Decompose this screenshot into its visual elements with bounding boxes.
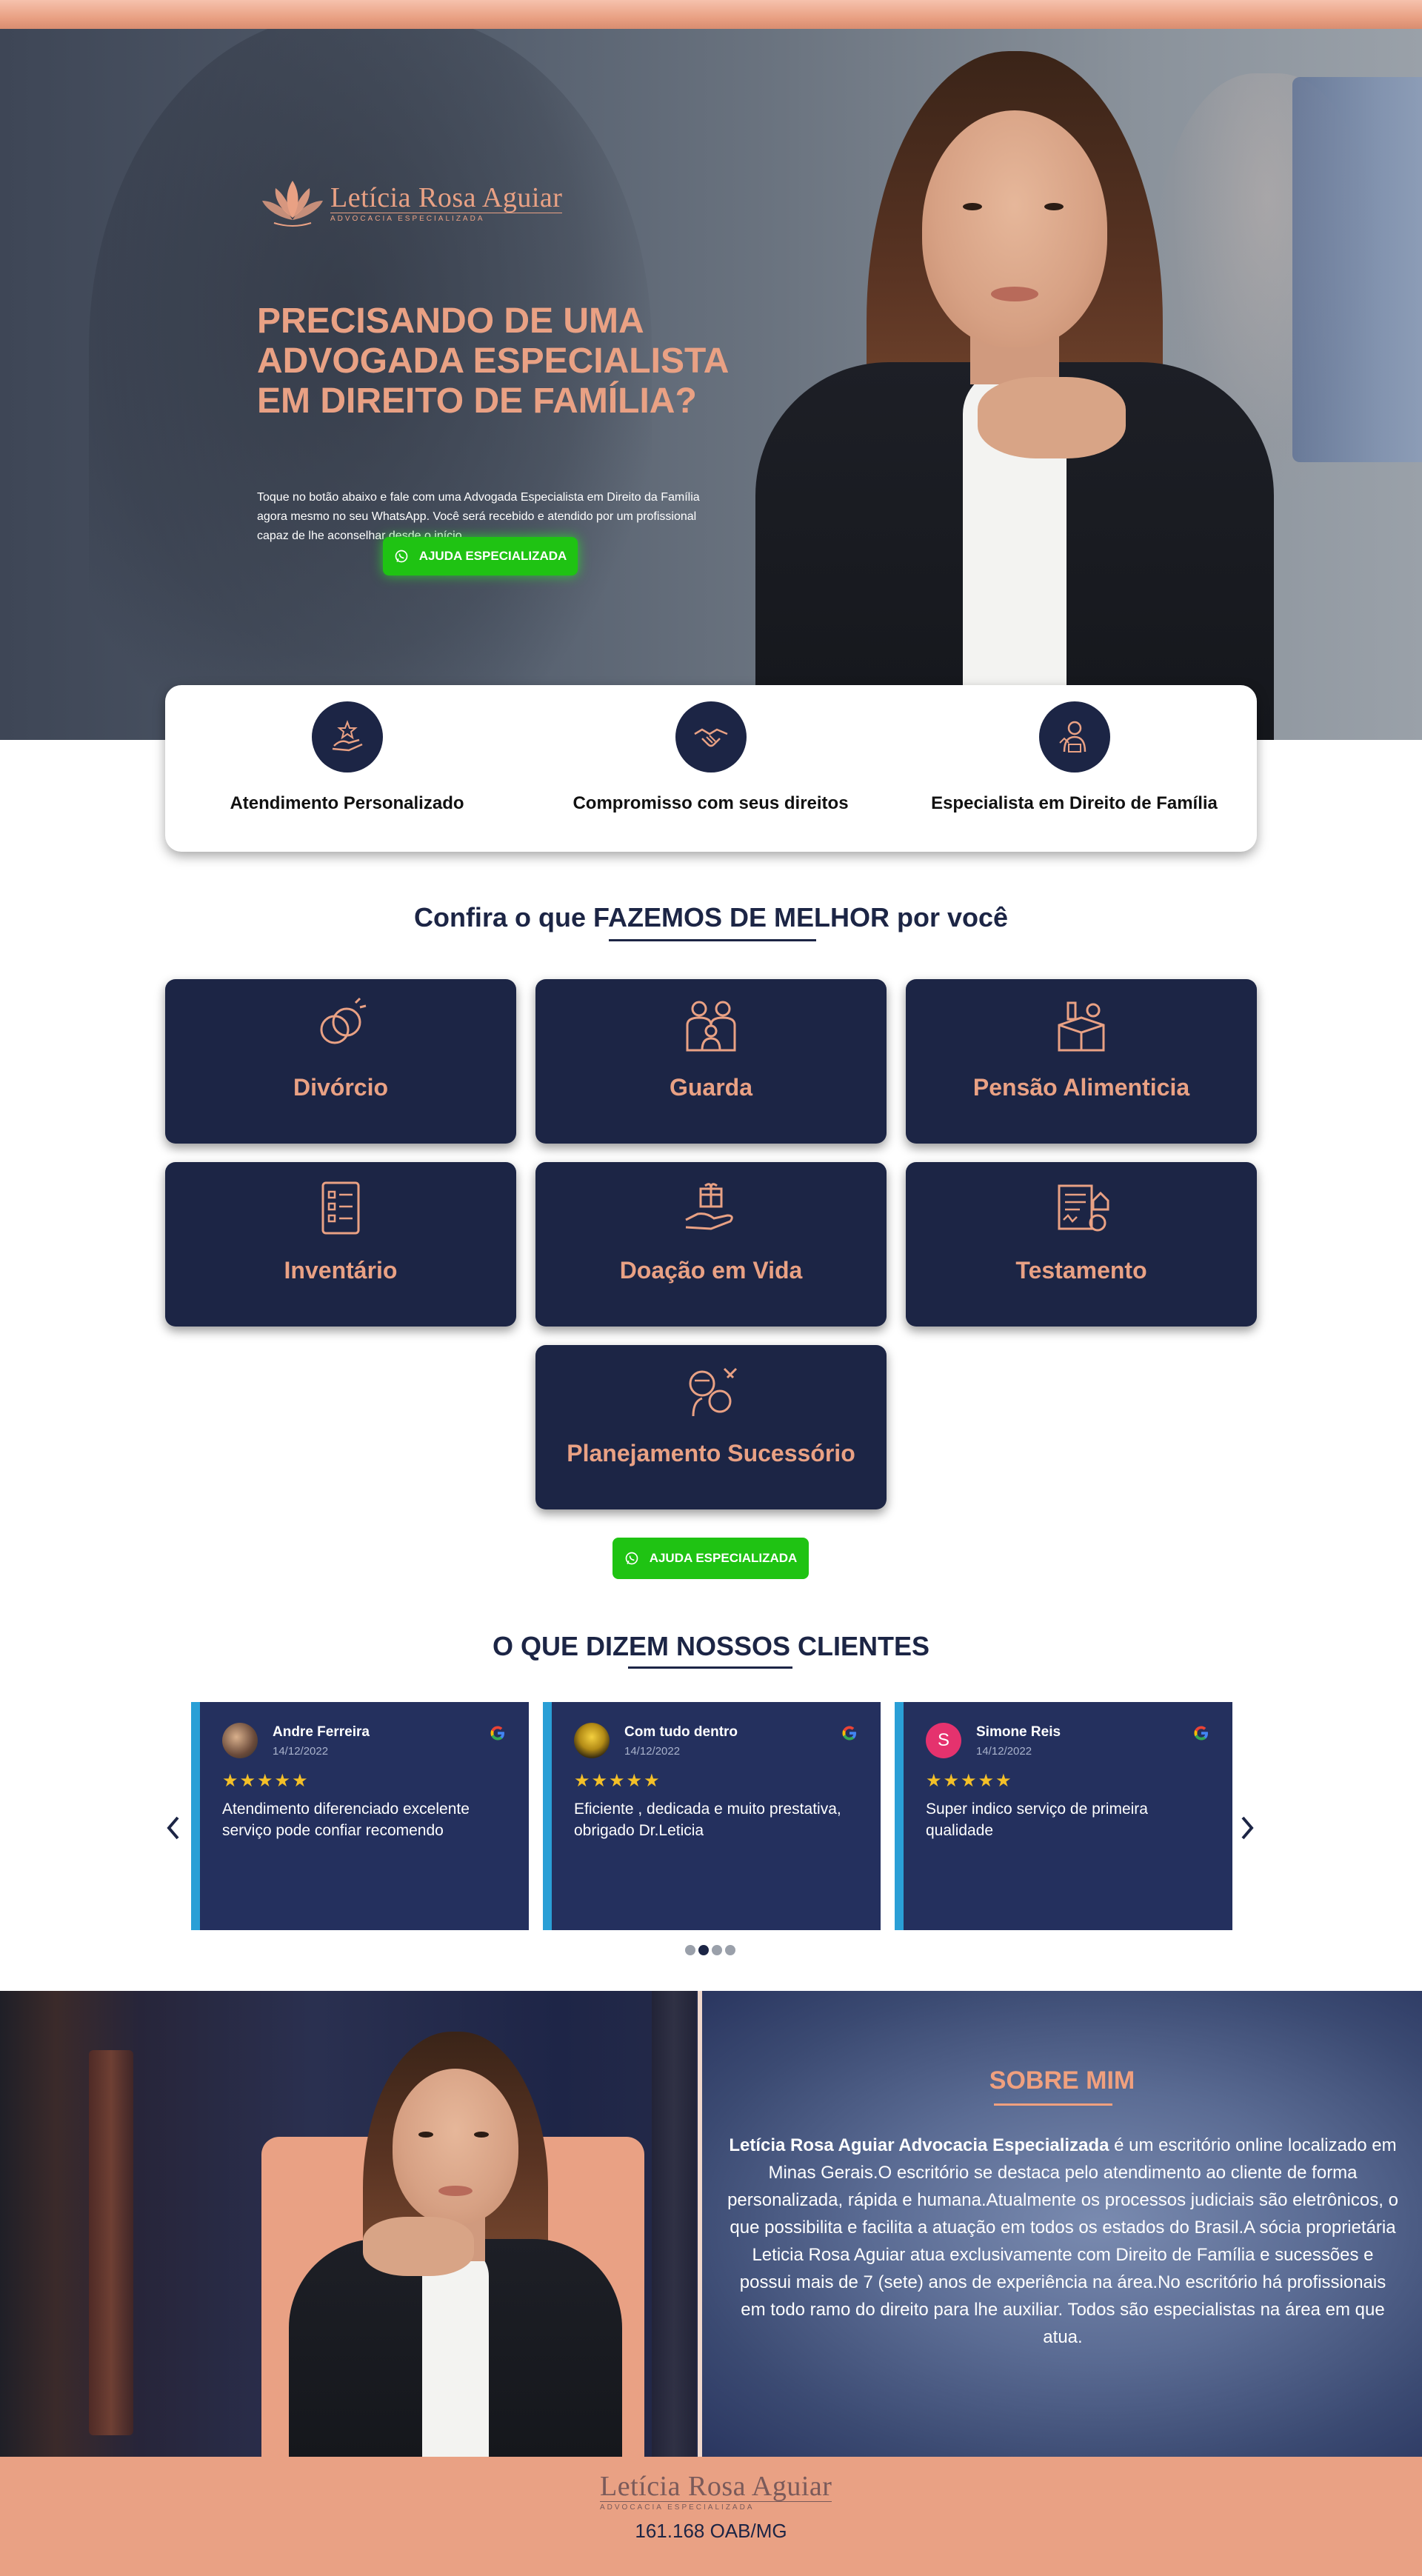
will-document-icon [1058, 1184, 1109, 1232]
footer-brand-name: Letícia Rosa Aguiar [600, 2471, 832, 2502]
carousel-next-arrow-icon[interactable] [1238, 1813, 1256, 1843]
services-whatsapp-button[interactable]: AJUDA ESPECIALIZADA [612, 1538, 809, 1579]
service-card-inventario[interactable]: Inventário [165, 1162, 516, 1327]
brand-name: Letícia Rosa Aguiar [330, 182, 563, 213]
rating-stars: ★★★★★ [574, 1771, 661, 1791]
about-title: SOBRE MIM [989, 2066, 1135, 2095]
testimonial-card: Com tudo dentro 14/12/2022 ★★★★★ Eficien… [543, 1702, 881, 1930]
service-label: Inventário [284, 1257, 398, 1284]
service-label: Doação em Vida [619, 1257, 803, 1284]
handshake-icon [675, 701, 747, 773]
family-icon [686, 1001, 736, 1052]
avatar [222, 1723, 258, 1758]
service-card-planejamento[interactable]: Planejamento Sucessório [535, 1345, 887, 1509]
avatar: S [926, 1723, 961, 1758]
whatsapp-icon [395, 550, 408, 563]
feature-family-law-specialist: Especialista em Direito de Família [892, 701, 1256, 814]
food-box-icon [1058, 1001, 1105, 1052]
carousel-dot[interactable] [725, 1945, 735, 1955]
service-card-doacao[interactable]: Doação em Vida [535, 1162, 887, 1327]
about-lawyer-photo [281, 2032, 630, 2457]
service-card-pensao[interactable]: Pensão Alimenticia [906, 979, 1257, 1144]
testimonial-card: Andre Ferreira 14/12/2022 ★★★★★ Atendime… [191, 1702, 529, 1930]
avatar-letter: S [937, 1730, 949, 1750]
hero-lawyer-photo [755, 51, 1274, 740]
feature-personalized-service: Atendimento Personalizado [165, 701, 529, 814]
service-label: Divórcio [293, 1074, 389, 1101]
footer-logo[interactable]: Letícia Rosa Aguiar ADVOCACIA ESPECIALIZ… [595, 2472, 832, 2512]
feature-label: Especialista em Direito de Família [931, 793, 1218, 813]
service-label: Guarda [669, 1074, 753, 1101]
reviewer-name: Com tudo dentro [624, 1724, 738, 1740]
services-title-underline [609, 939, 816, 941]
services-title: Confira o que FAZEMOS DE MELHOR por você [413, 902, 1009, 932]
features-card: Atendimento Personalizado Compromisso co… [165, 685, 1257, 852]
google-icon [1194, 1726, 1208, 1741]
carousel-pagination [685, 1945, 738, 1955]
lotus-logo-icon [262, 181, 323, 227]
testimonials-title-underline [628, 1666, 792, 1669]
lawyer-icon [1038, 701, 1110, 773]
review-text: Eficiente , dedicada e muito prestativa,… [574, 1801, 841, 1839]
bookshelf-background [89, 2050, 133, 2435]
review-date: 14/12/2022 [976, 1745, 1032, 1758]
reviewer-name: Andre Ferreira [273, 1724, 370, 1740]
carousel-dot[interactable] [712, 1945, 722, 1955]
service-label: Testamento [1015, 1257, 1147, 1284]
carousel-dot[interactable] [685, 1945, 695, 1955]
service-label: Pensão Alimenticia [972, 1074, 1190, 1101]
review-date: 14/12/2022 [624, 1745, 681, 1758]
reviewer-name: Simone Reis [976, 1724, 1061, 1740]
testimonials-title: O QUE DIZEM NOSSOS CLIENTES [492, 1631, 930, 1661]
oab-registration: 161.168 OAB/MG [635, 2520, 787, 2542]
whatsapp-icon [625, 1552, 638, 1565]
google-icon [842, 1726, 856, 1741]
review-text: Atendimento diferenciado excelente servi… [222, 1801, 470, 1839]
hero-whatsapp-button[interactable]: AJUDA ESPECIALIZADA [383, 537, 578, 575]
hero-title: PRECISANDO DE UMA ADVOGADA ESPECIALISTA … [257, 301, 728, 421]
service-label: Planejamento Sucessório [567, 1440, 855, 1466]
review-text: Super indico serviço de primeira qualida… [926, 1801, 1148, 1839]
avatar [574, 1723, 610, 1758]
services-cta-label: AJUDA ESPECIALIZADA [649, 1551, 798, 1565]
testimonial-card: S Simone Reis 14/12/2022 ★★★★★ Super ind… [895, 1702, 1232, 1930]
rating-stars: ★★★★★ [222, 1771, 310, 1791]
carousel-dot-active[interactable] [698, 1945, 709, 1955]
checklist-icon [321, 1181, 360, 1235]
carousel-prev-arrow-icon[interactable] [164, 1813, 182, 1843]
feature-label: Atendimento Personalizado [230, 793, 464, 813]
service-card-guarda[interactable]: Guarda [535, 979, 887, 1144]
gift-hand-icon [685, 1183, 733, 1230]
personal-service-icon [311, 701, 383, 773]
broken-rings-icon [320, 997, 367, 1044]
rating-stars: ★★★★★ [926, 1771, 1013, 1791]
hero-cta-label: AJUDA ESPECIALIZADA [418, 549, 567, 563]
service-card-testamento[interactable]: Testamento [906, 1162, 1257, 1327]
top-accent-bar [0, 0, 1422, 29]
about-text: Letícia Rosa Aguiar Advocacia Especializ… [726, 2132, 1400, 2351]
footer: Letícia Rosa Aguiar ADVOCACIA ESPECIALIZ… [0, 2457, 1422, 2576]
bookshelf-background [652, 1991, 696, 2457]
about-photo-panel [0, 1991, 698, 2457]
succession-icon [689, 1367, 738, 1417]
brand-logo[interactable]: Letícia Rosa Aguiar ADVOCACIA ESPECIALIZ… [259, 177, 563, 229]
feature-label: Compromisso com seus direitos [573, 793, 849, 813]
brand-tagline: ADVOCACIA ESPECIALIZADA [330, 213, 563, 223]
service-card-divorcio[interactable]: Divórcio [165, 979, 516, 1144]
about-company-name: Letícia Rosa Aguiar Advocacia Especializ… [729, 2135, 1109, 2155]
google-icon [490, 1726, 504, 1741]
review-date: 14/12/2022 [273, 1745, 329, 1758]
feature-commitment: Compromisso com seus direitos [529, 701, 892, 814]
footer-brand-tagline: ADVOCACIA ESPECIALIZADA [600, 2501, 832, 2512]
hero-section: Letícia Rosa Aguiar ADVOCACIA ESPECIALIZ… [0, 29, 1422, 740]
about-description: é um escritório online localizado em Min… [727, 2135, 1398, 2347]
about-title-underline [994, 2103, 1112, 2106]
law-book-background [1292, 77, 1422, 462]
